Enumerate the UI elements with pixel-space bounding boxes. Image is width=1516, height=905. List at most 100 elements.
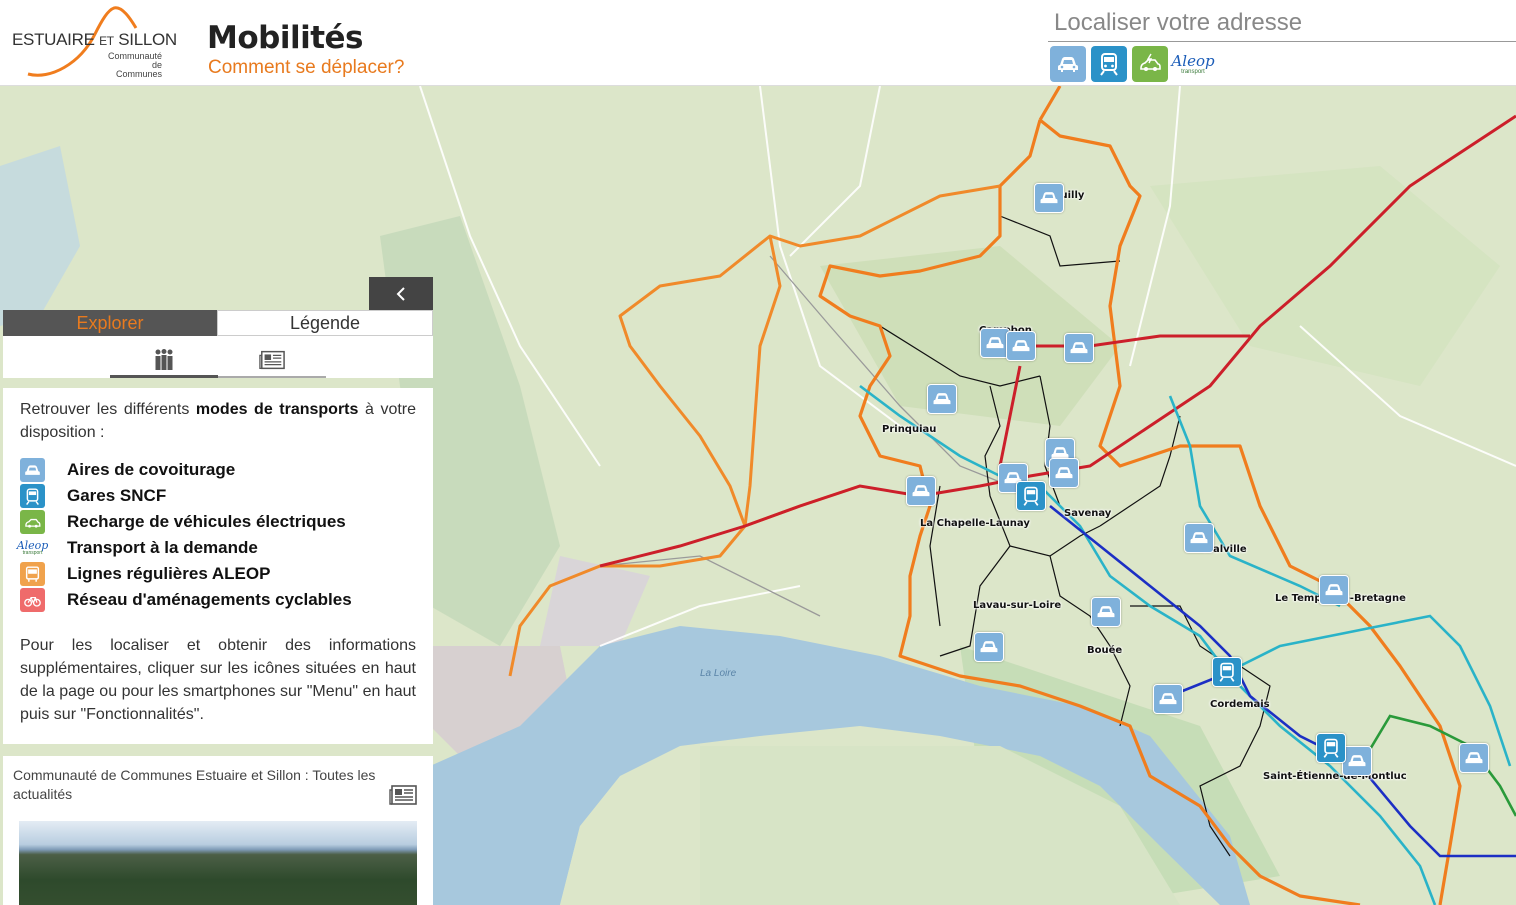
car-icon [980,641,998,653]
aleop-sub: transport [1181,69,1205,75]
aleop-logo: Aleop [1171,52,1215,70]
ev-charge-icon [1140,53,1161,71]
train-icon [1219,662,1235,682]
car-icon [912,485,930,497]
car-icon [1190,532,1208,544]
car-icon [1040,192,1058,204]
train-icon [1100,53,1118,76]
logo-word-et: ET [99,34,114,48]
train-icon [1023,486,1039,506]
carpool-marker-campbon-2[interactable] [1006,331,1036,361]
legend-item-covoiturage[interactable]: Aires de covoiturage [20,457,416,483]
place-label-prinquiau: Prinquiau [882,424,937,435]
layer-toolbar: Aleop transport [1050,46,1215,82]
car-icon [986,337,1004,349]
header: ESTUAIRE ET SILLON Communauté de Communes… [0,0,1516,86]
carpool-marker-cordemais-west[interactable] [1153,684,1183,714]
place-label-bouee: Bouée [1087,645,1123,656]
intro-pre: Retrouver les différents [20,401,196,418]
legend-item-lignes-aleop[interactable]: Lignes régulières ALEOP [20,561,416,587]
legend-item-transport-demande[interactable]: Aleop transport Transport à la demande [17,535,416,561]
logo-text: ESTUAIRE ET SILLON [12,30,177,50]
collapse-panel-button[interactable] [369,277,433,310]
logo-sub-line2: de Communes [115,60,162,79]
people-icon [155,348,173,370]
logo-word-sillon: SILLON [118,30,177,49]
chevron-left-icon [396,286,405,301]
carpool-marker-savenay-2[interactable] [1049,458,1079,488]
carpool-marker-temple[interactable] [1319,575,1349,605]
carpool-marker-prinquiau[interactable] [927,384,957,414]
transport-demande-layer-button[interactable]: Aleop transport [1171,46,1215,82]
legend-item-cyclables[interactable]: Réseau d'aménagements cyclables [20,587,416,613]
aleop-logo-sub: transport [22,550,43,556]
legend-item-gares[interactable]: Gares SNCF [20,483,416,509]
car-icon [1348,755,1366,767]
covoiturage-layer-button[interactable] [1050,46,1086,82]
page-title: Mobilités [207,20,364,56]
car-icon [1070,342,1088,354]
car-icon [1325,584,1343,596]
intro-text: Retrouver les différents modes de transp… [20,398,416,444]
station-marker-cordemais[interactable] [1212,657,1242,687]
tab-legende[interactable]: Légende [217,310,433,336]
carpool-marker-bouee[interactable] [1091,597,1121,627]
bike-icon [20,588,45,612]
footnote-text: Pour les localiser et obtenir des inform… [20,637,416,723]
place-label-la-chapelle-launay: La Chapelle-Launay [920,518,1030,529]
river-label: La Loire [700,668,737,679]
carpool-marker-campbon-east[interactable] [1064,333,1094,363]
legend-label-cyclables: Réseau d'aménagements cyclables [67,590,352,609]
place-label-saint-etienne-de-montluc: Saint-Étienne-de-Montluc [1263,771,1407,782]
subtab-news[interactable] [218,344,326,378]
train-icon [20,484,45,508]
legend-label-covoiturage: Aires de covoiturage [67,460,236,479]
news-photo[interactable] [19,821,417,905]
gares-layer-button[interactable] [1091,46,1127,82]
panel-tabs: Explorer Légende [3,310,433,336]
car-icon [1159,693,1177,705]
logo-word-estuaire: ESTUAIRE [12,30,95,49]
legend-label-recharge: Recharge de véhicules électriques [67,512,346,531]
legend-list: Aires de covoiturage Gares SNCF Recharge… [17,457,416,613]
recharge-layer-button[interactable] [1132,46,1168,82]
place-label-cordemais: Cordemais [1210,699,1270,710]
place-label-lavau-sur-loire: Lavau-sur-Loire [973,600,1062,611]
bus-icon [20,562,45,586]
news-title[interactable]: Communauté de Communes Estuaire et Sillo… [13,766,383,804]
car-icon [1465,752,1483,764]
car-icon [20,458,45,482]
logo-subtext: Communauté de Communes [106,52,162,79]
carpool-marker-east[interactable] [1459,743,1489,773]
logo[interactable]: ESTUAIRE ET SILLON Communauté de Communes [10,4,177,80]
news-card[interactable]: Communauté de Communes Estuaire et Sillo… [3,756,433,905]
aleop-logo: Aleop transport [17,536,49,560]
legend-item-recharge[interactable]: Recharge de véhicules électriques [20,509,416,535]
legend-label-transport-demande: Transport à la demande [67,538,258,557]
carpool-marker-malville[interactable] [1184,523,1214,553]
carpool-marker-la-chapelle-launay[interactable] [906,476,936,506]
address-search-input[interactable] [1048,4,1516,42]
station-marker-saint-etienne[interactable] [1316,733,1346,763]
car-icon [933,393,951,405]
ev-charge-icon [20,510,45,534]
carpool-marker-saint-etienne[interactable] [1342,746,1372,776]
carpool-marker-lavau[interactable] [974,632,1004,662]
newspaper-icon[interactable] [389,784,417,806]
legend-label-gares: Gares SNCF [67,486,167,505]
place-label-savenay: Savenay [1064,508,1112,519]
legend-label-lignes-aleop: Lignes régulières ALEOP [67,564,271,583]
tab-explorer[interactable]: Explorer [3,310,217,336]
explorer-info-card: Retrouver les différents modes de transp… [3,388,433,744]
page-subtitle: Comment se déplacer? [208,57,405,78]
panel-subtabs [3,336,433,378]
car-icon [1097,606,1115,618]
train-icon [1323,738,1339,758]
station-marker-savenay[interactable] [1016,481,1046,511]
newspaper-icon [259,350,285,370]
carpool-marker-quilly[interactable] [1034,183,1064,213]
intro-bold: modes de transports [195,401,359,418]
car-icon [1055,467,1073,479]
car-icon [1058,57,1078,72]
subtab-people[interactable] [110,344,218,378]
